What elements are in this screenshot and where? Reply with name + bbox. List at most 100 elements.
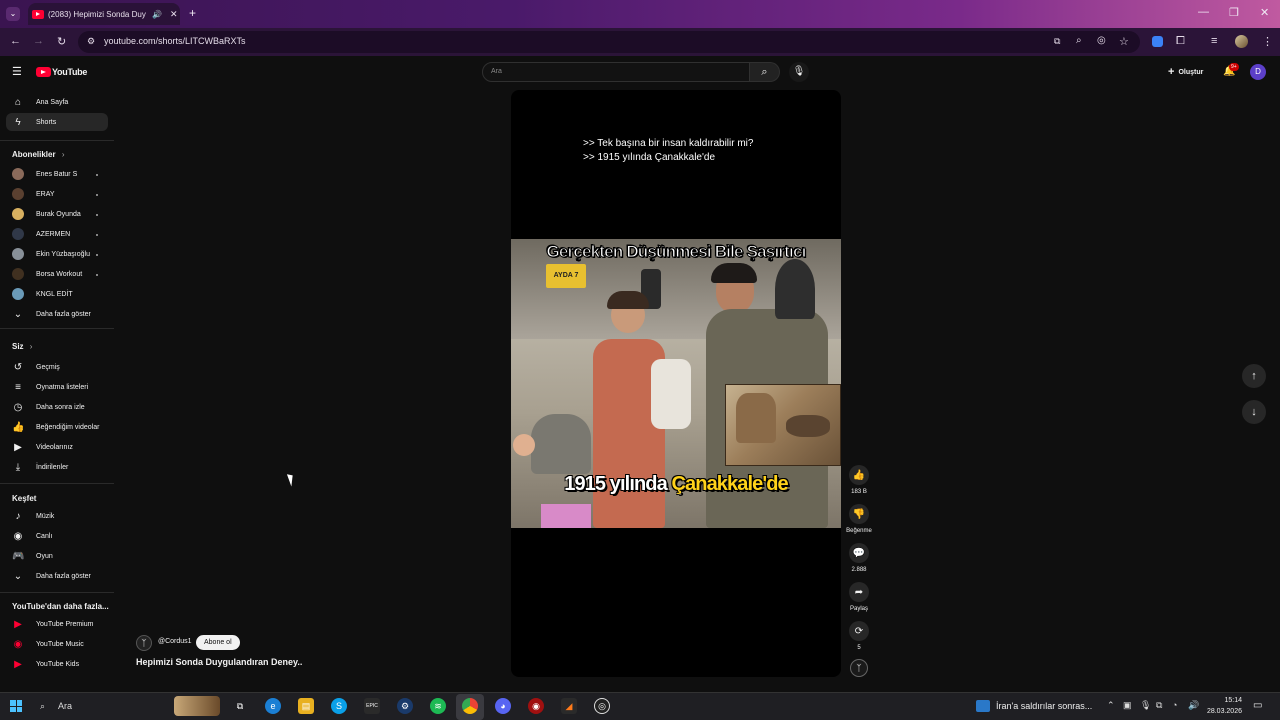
tab-search-icon[interactable]: ⌄ bbox=[6, 7, 20, 21]
account-avatar[interactable]: D bbox=[1250, 64, 1266, 80]
reload-icon[interactable]: ↻ bbox=[57, 35, 66, 48]
sidebar-item-playlists[interactable]: ≡ Oynatma listeleri bbox=[12, 379, 88, 395]
search-input[interactable]: Ara bbox=[482, 62, 750, 82]
sidebar-item-music-app[interactable]: ◉ YouTube Music bbox=[12, 636, 84, 652]
reading-list-icon[interactable]: ≡ bbox=[1211, 35, 1217, 47]
url-text[interactable]: youtube.com/shorts/LITCWBaRXTs bbox=[104, 36, 246, 46]
sidebar-item-kids[interactable]: ▶ YouTube Kids bbox=[12, 656, 79, 672]
microphone-tray-icon[interactable]: 🎙 bbox=[1140, 700, 1151, 711]
sidebar-item-downloads[interactable]: ⤓ İndirilenler bbox=[12, 459, 69, 475]
sidebar-item-gaming[interactable]: 🎮 Oyun bbox=[12, 548, 53, 564]
edge-browser-icon[interactable]: e bbox=[265, 698, 281, 714]
show-more-button[interactable]: ⌄ Daha fazla göster bbox=[12, 306, 91, 322]
subscriptions-heading[interactable]: Abonelikler › bbox=[12, 150, 64, 159]
chrome-icon[interactable] bbox=[462, 698, 478, 714]
bookmark-star-icon[interactable]: ☆ bbox=[1119, 35, 1129, 48]
like-action[interactable]: 👍 183 B bbox=[849, 465, 869, 495]
youtube-logo-text[interactable]: YouTube bbox=[52, 67, 87, 77]
sidebar-item-home[interactable]: ⌂ Ana Sayfa bbox=[12, 94, 68, 110]
extensions-puzzle-icon[interactable]: ⧠ bbox=[1176, 35, 1185, 48]
search-highlight-image[interactable] bbox=[174, 696, 220, 716]
previous-short-button[interactable]: ↑ bbox=[1242, 364, 1266, 388]
notification-center-icon[interactable]: ▭ bbox=[1253, 700, 1262, 711]
clock[interactable]: 15:14 28.03.2026 bbox=[1204, 695, 1242, 717]
remix-button[interactable]: ⟳ bbox=[849, 621, 869, 641]
subscription-item[interactable]: AZERMEN bbox=[12, 226, 70, 242]
share-button[interactable]: ➦ bbox=[849, 582, 869, 602]
channel-avatar[interactable]: ᛉ bbox=[136, 635, 152, 651]
sidebar-item-history[interactable]: ↺ Geçmiş bbox=[12, 359, 60, 375]
hamburger-menu-icon[interactable]: ☰ bbox=[12, 65, 22, 78]
shorts-video-player[interactable]: >> Tek başına bir insan kaldırabilir mi?… bbox=[511, 90, 841, 677]
comment-button[interactable]: 💬 bbox=[849, 543, 869, 563]
restore-button[interactable]: ❐ bbox=[1229, 6, 1239, 19]
obs-icon[interactable]: ◎ bbox=[594, 698, 610, 714]
subscription-item[interactable]: Burak Oyunda bbox=[12, 206, 81, 222]
bluetooth-tray-icon[interactable]: ⧉ bbox=[1156, 700, 1162, 711]
next-short-button[interactable]: ↓ bbox=[1242, 400, 1266, 424]
sidebar-item-live[interactable]: ◉ Canlı bbox=[12, 528, 53, 544]
search-button[interactable]: ⌕ bbox=[750, 62, 780, 82]
volume-icon[interactable]: 🔊 bbox=[1188, 700, 1199, 711]
wifi-icon[interactable]: ◔ bbox=[1172, 700, 1177, 710]
skype-icon[interactable]: S bbox=[331, 698, 347, 714]
task-view-icon[interactable]: ⧉ bbox=[232, 698, 248, 714]
subscribe-button[interactable]: Abone ol bbox=[196, 635, 240, 650]
channel-handle[interactable]: @Cordus1 bbox=[158, 638, 192, 645]
discord-icon[interactable]: ◕ bbox=[495, 698, 511, 714]
spotify-icon[interactable]: ≋ bbox=[430, 698, 446, 714]
comment-action[interactable]: 💬 2.888 bbox=[849, 543, 869, 573]
speaker-icon[interactable]: 🔊 bbox=[152, 10, 162, 19]
dislike-action[interactable]: 👎 Beğenme bbox=[846, 504, 872, 534]
sidebar-item-watch-later[interactable]: ◷ Daha sonra izle bbox=[12, 399, 85, 415]
you-heading[interactable]: Siz › bbox=[12, 342, 32, 351]
back-arrow-icon[interactable]: ← bbox=[10, 35, 21, 47]
dislike-button[interactable]: 👎 bbox=[849, 504, 869, 524]
steam-icon[interactable]: ⚙ bbox=[397, 698, 413, 714]
sidebar-item-liked-videos[interactable]: 👍 Beğendiğim videolar bbox=[12, 419, 99, 435]
share-action[interactable]: ➦ Paylaş bbox=[849, 582, 869, 612]
tray-chevron-icon[interactable]: ⌃ bbox=[1107, 700, 1115, 711]
windows-start-icon[interactable] bbox=[10, 700, 22, 712]
subscription-item[interactable]: Enes Batur S bbox=[12, 166, 77, 182]
browser-tab-active[interactable]: (2083) Hepimizi Sonda Duy 🔊 ✕ bbox=[28, 3, 180, 25]
short-title[interactable]: Hepimizi Sonda Duygulandıran Deney.. bbox=[136, 657, 302, 667]
create-button[interactable]: + Oluştur bbox=[1168, 66, 1203, 78]
sound-channel-avatar[interactable]: ᛉ bbox=[850, 659, 868, 677]
tray-app-icon[interactable]: ▣ bbox=[1123, 700, 1132, 711]
close-window-button[interactable]: ✕ bbox=[1260, 6, 1269, 19]
sidebar-item-your-videos[interactable]: ▶ Videolarınız bbox=[12, 439, 73, 455]
forward-arrow-icon[interactable]: → bbox=[33, 35, 44, 47]
sidebar-item-premium[interactable]: ▶ YouTube Premium bbox=[12, 616, 93, 632]
subscription-item[interactable]: KNGL EDİT bbox=[12, 286, 73, 302]
epic-games-icon[interactable]: EPIC bbox=[364, 698, 380, 714]
news-widget-icon[interactable] bbox=[976, 700, 990, 712]
subscription-item[interactable]: ERAY bbox=[12, 186, 55, 202]
zoom-icon[interactable]: ⌕ bbox=[1076, 35, 1082, 46]
tab-close-icon[interactable]: ✕ bbox=[170, 9, 178, 20]
voice-search-button[interactable]: 🎙 bbox=[789, 62, 809, 82]
extension-icon[interactable] bbox=[1152, 36, 1163, 47]
minimize-button[interactable]: — bbox=[1198, 6, 1209, 18]
show-more-button[interactable]: ⌄ Daha fazla göster bbox=[12, 568, 91, 584]
site-info-icon[interactable]: ⚙ bbox=[87, 36, 95, 47]
file-explorer-icon[interactable]: ▤ bbox=[298, 698, 314, 714]
home-icon: ⌂ bbox=[14, 96, 22, 108]
taskbar-search-label[interactable]: Ara bbox=[58, 701, 72, 711]
youtube-logo-icon[interactable] bbox=[36, 67, 51, 77]
media-app-icon[interactable]: ◢ bbox=[561, 698, 577, 714]
sidebar-item-shorts[interactable]: ϟ Shorts bbox=[12, 114, 56, 130]
profile-avatar-icon[interactable] bbox=[1235, 35, 1248, 48]
like-button[interactable]: 👍 bbox=[849, 465, 869, 485]
subscription-item[interactable]: Borsa Workout bbox=[12, 266, 82, 282]
subscription-item[interactable]: Ekin Yüzbaşıoğlu bbox=[12, 246, 90, 262]
game-launcher-icon[interactable]: ◉ bbox=[528, 698, 544, 714]
news-widget-text[interactable]: İran'a saldırılar sonras... bbox=[996, 701, 1092, 711]
sidebar-item-music[interactable]: ♪ Müzik bbox=[12, 508, 55, 524]
browser-menu-icon[interactable]: ⋮ bbox=[1262, 35, 1273, 48]
taskbar-search-icon[interactable]: ⌕ bbox=[40, 701, 45, 712]
remix-action[interactable]: ⟳ 5 bbox=[849, 621, 869, 651]
new-tab-button[interactable]: + bbox=[189, 6, 196, 20]
install-app-icon[interactable]: ⧉ bbox=[1054, 36, 1060, 47]
eye-slash-icon[interactable]: ◎ bbox=[1097, 35, 1106, 46]
